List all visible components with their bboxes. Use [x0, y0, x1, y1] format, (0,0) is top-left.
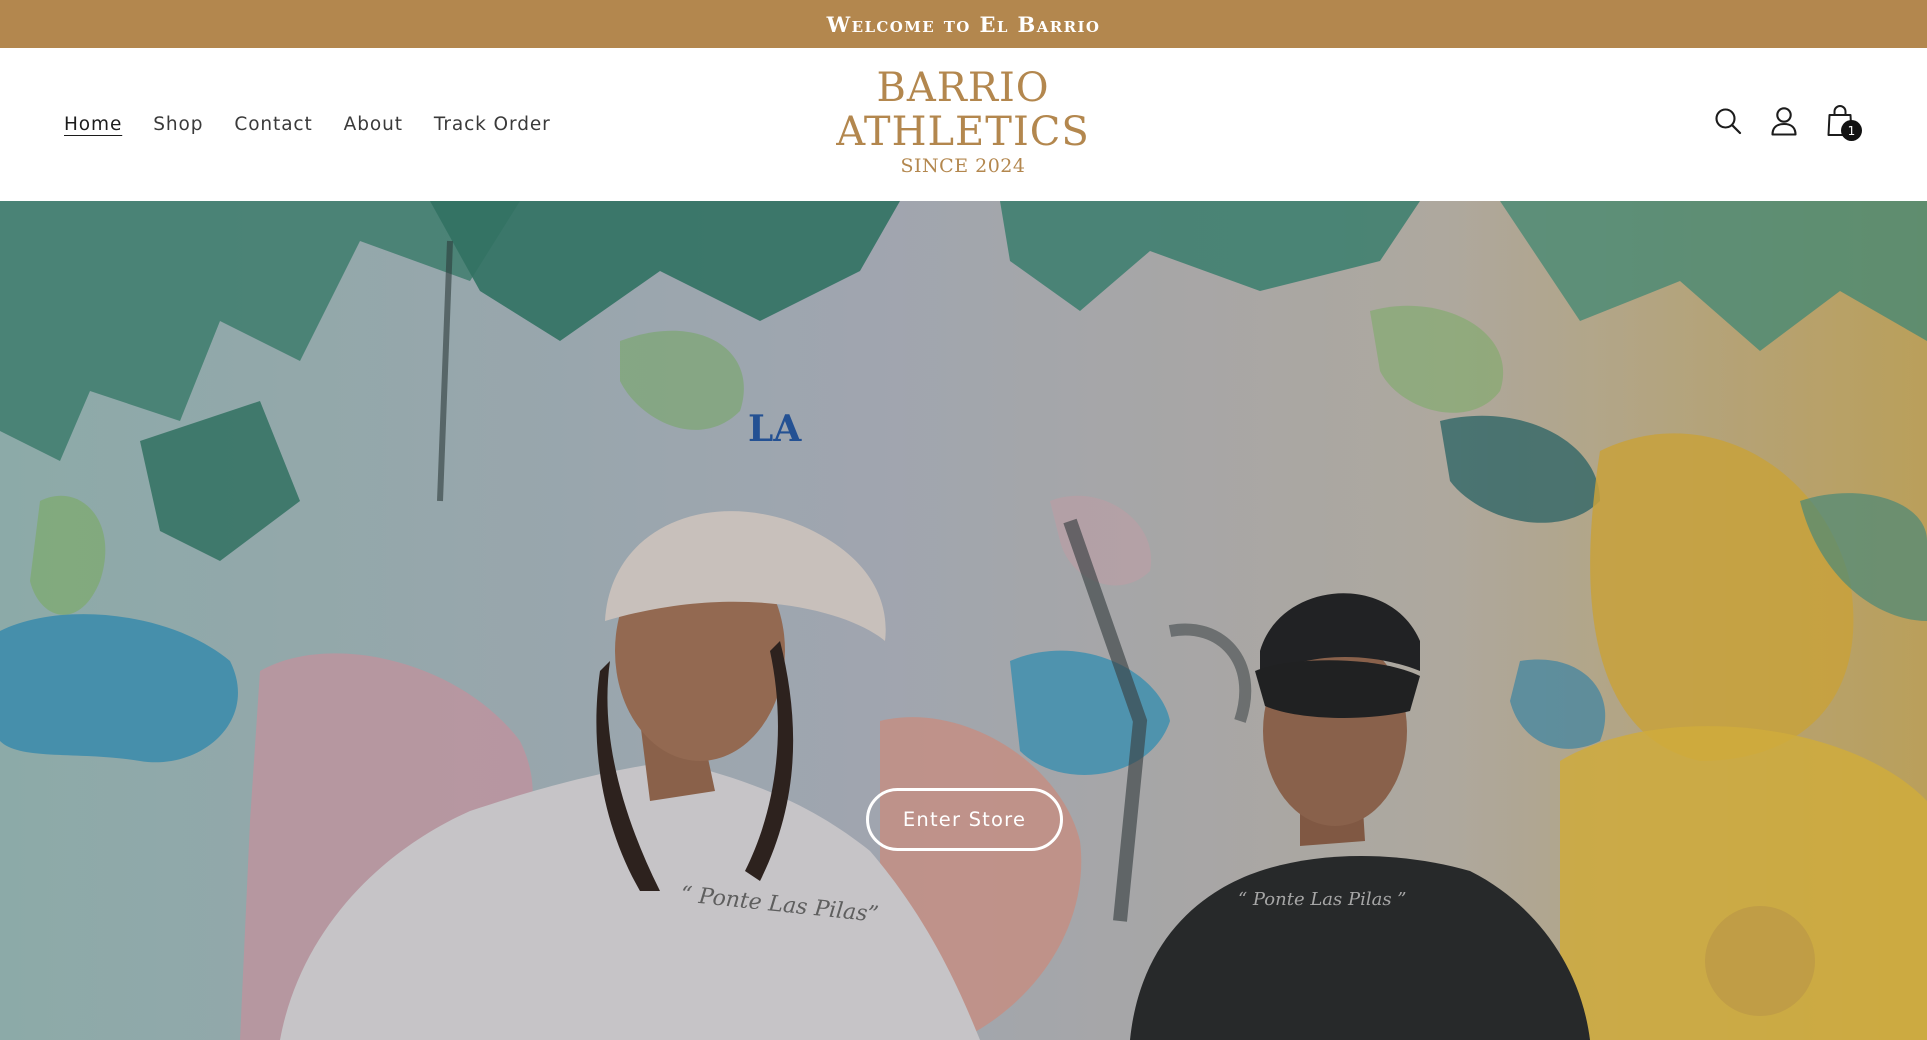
hero-banner: LA “ Ponte Las Pilas” “ Ponte Las Pilas … — [0, 201, 1927, 1040]
site-header: Home Shop Contact About Track Order BARR… — [0, 48, 1927, 201]
logo-line-since: SINCE 2024 — [900, 155, 1026, 177]
search-button[interactable] — [1708, 101, 1748, 141]
logo-line-athletics: ATHLETICS — [836, 109, 1090, 155]
cart-count-badge: 1 — [1841, 120, 1862, 141]
account-icon — [1771, 107, 1797, 136]
search-icon — [1715, 108, 1742, 135]
nav-track-order[interactable]: Track Order — [434, 114, 551, 135]
enter-store-button[interactable]: Enter Store — [866, 788, 1063, 851]
logo-line-barrio: BARRIO — [876, 65, 1050, 111]
hero-overlay — [0, 201, 1927, 1040]
nav-shop[interactable]: Shop — [153, 114, 203, 135]
site-logo[interactable]: BARRIO ATHLETICS SINCE 2024 — [813, 66, 1113, 186]
nav-home[interactable]: Home — [64, 114, 122, 135]
main-nav: Home Shop Contact About Track Order — [64, 48, 551, 201]
nav-contact[interactable]: Contact — [234, 114, 312, 135]
announcement-text: Welcome to El Barrio — [826, 11, 1101, 37]
cart-button[interactable]: 1 — [1820, 101, 1862, 141]
page: Welcome to El Barrio Home Shop Contact A… — [0, 0, 1927, 1040]
announcement-bar: Welcome to El Barrio — [0, 0, 1927, 48]
nav-about[interactable]: About — [344, 114, 403, 135]
account-button[interactable] — [1764, 101, 1804, 141]
